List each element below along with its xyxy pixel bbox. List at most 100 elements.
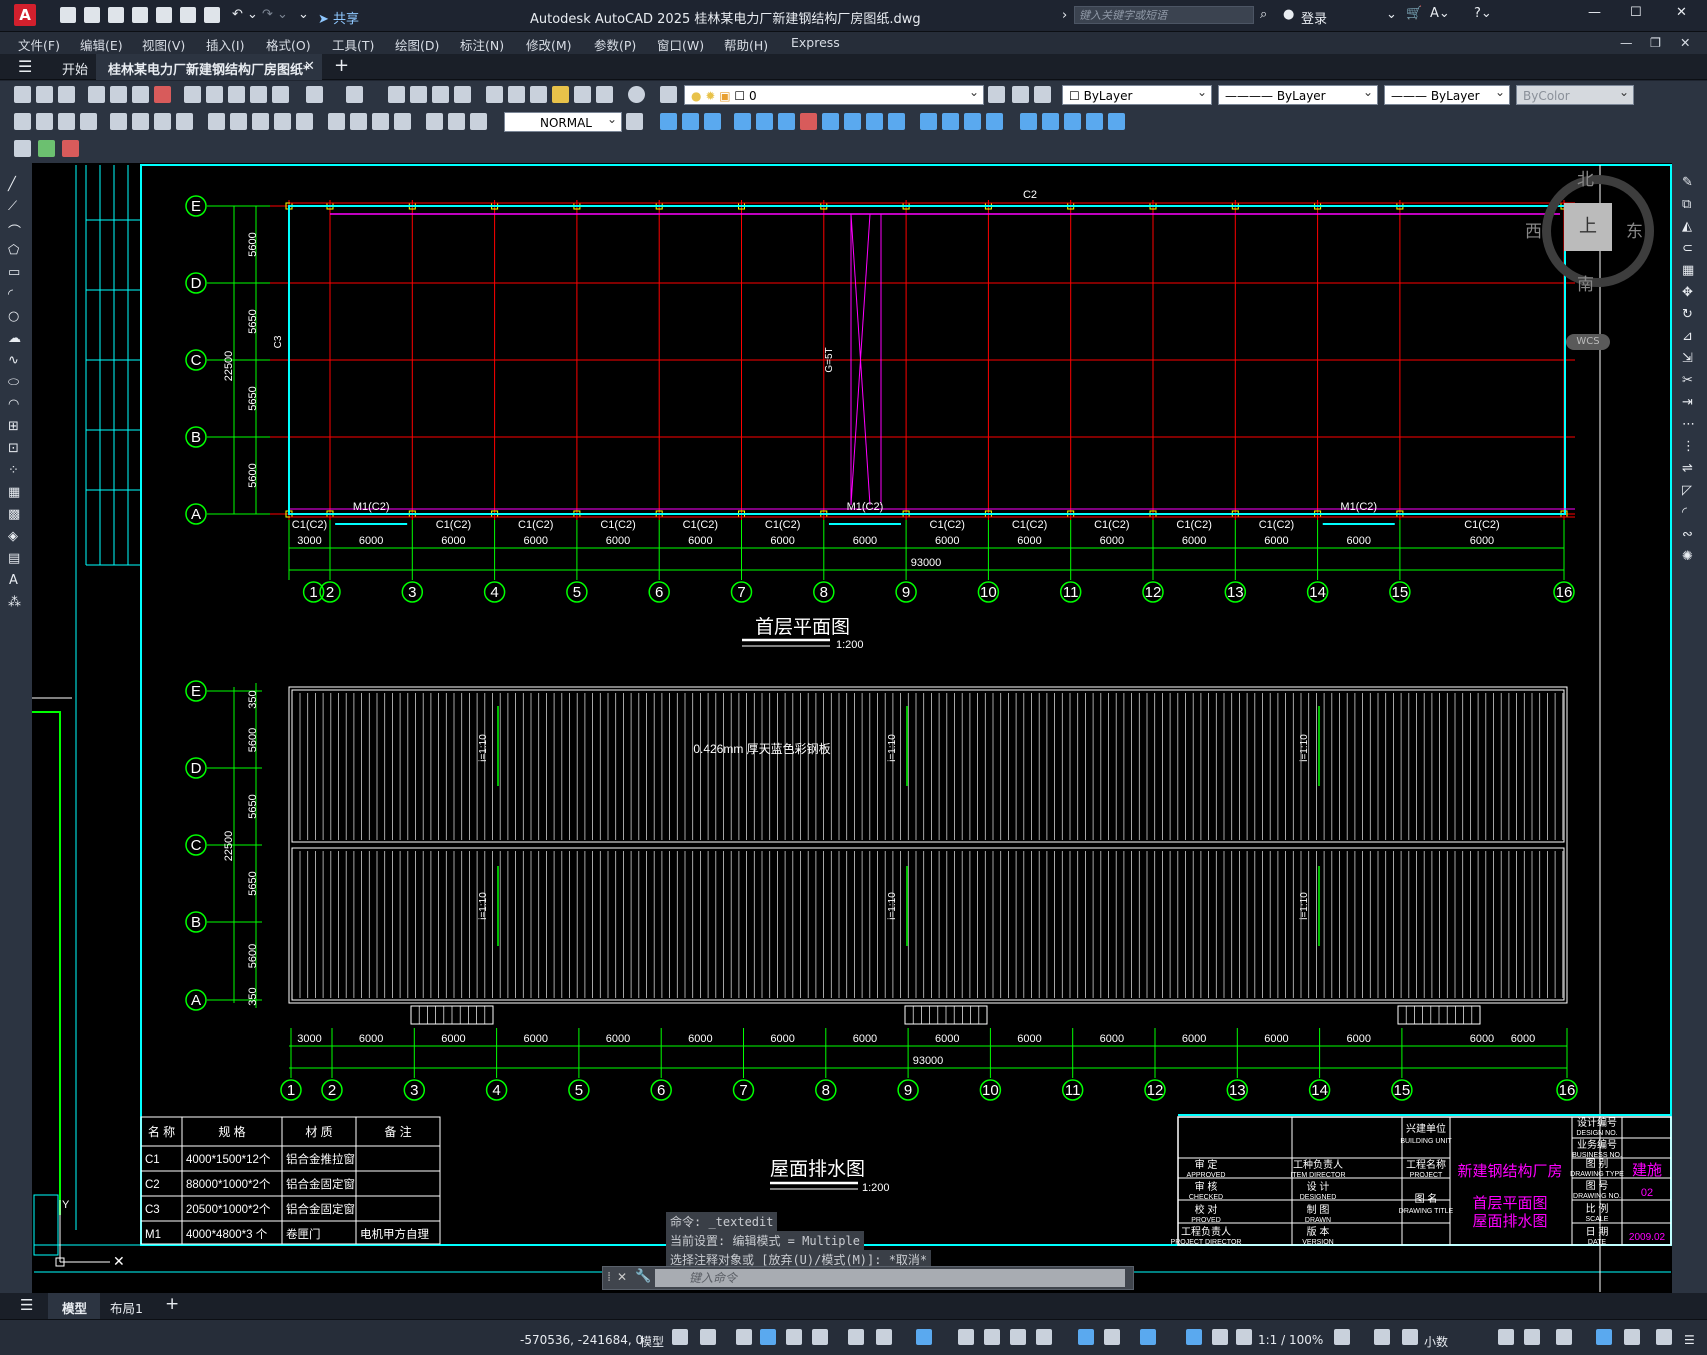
menu-dimension[interactable]: 标注(N): [460, 35, 504, 54]
erase-icon[interactable]: [800, 113, 817, 130]
auto-scale-icon[interactable]: [1212, 1329, 1228, 1345]
blend-icon[interactable]: [1108, 113, 1125, 130]
object-snap-icon[interactable]: [916, 1329, 932, 1345]
layer-state-icon[interactable]: [1034, 86, 1051, 103]
compass-east[interactable]: 东: [1626, 217, 1643, 242]
dim-edit-icon[interactable]: [426, 113, 443, 130]
explode-icon[interactable]: [1086, 113, 1103, 130]
command-close-icon[interactable]: ✕: [617, 1270, 627, 1284]
tab-model[interactable]: 模型: [48, 1293, 100, 1319]
plotstyle-dropdown[interactable]: ByColor: [1516, 82, 1634, 105]
continue-dim-icon[interactable]: [252, 113, 269, 130]
add-layout-icon[interactable]: +: [165, 1294, 179, 1314]
explode-side-icon[interactable]: ✺: [1682, 549, 1693, 564]
tool-palettes-icon[interactable]: [530, 86, 547, 103]
publish-icon[interactable]: [156, 7, 172, 23]
saveas-icon[interactable]: [132, 7, 148, 23]
calculator-icon[interactable]: [596, 86, 613, 103]
table-icon[interactable]: ▤: [8, 551, 20, 566]
dimstyle-manager-icon[interactable]: [626, 113, 643, 130]
zoom-previous-icon[interactable]: [454, 86, 471, 103]
snap-icon[interactable]: [700, 1329, 716, 1345]
search-input[interactable]: 键入关键字或短语: [1074, 6, 1254, 24]
command-input[interactable]: 键入命令: [655, 1269, 1125, 1287]
radius-dim-icon[interactable]: [110, 113, 127, 130]
dimstyle-dropdown[interactable]: NORMAL: [504, 109, 622, 132]
trim-side-icon[interactable]: ✂: [1682, 373, 1693, 388]
dynamic-ucs-icon[interactable]: [1078, 1329, 1094, 1345]
menu-tools[interactable]: 工具(T): [332, 35, 374, 54]
open-file-icon[interactable]: [36, 86, 53, 103]
menu-file[interactable]: 文件(F): [18, 35, 60, 54]
share-button[interactable]: ➤ 共享: [318, 8, 359, 27]
isodraft-icon[interactable]: [848, 1329, 864, 1345]
isolate-objects-icon[interactable]: [1556, 1329, 1572, 1345]
render-icon[interactable]: [62, 140, 79, 157]
clean-screen-icon[interactable]: [1624, 1329, 1640, 1345]
block-editor-icon[interactable]: [272, 86, 289, 103]
point-icon[interactable]: ⁘: [8, 463, 19, 478]
menu-help[interactable]: 帮助(H): [724, 35, 768, 54]
dynamic-input-icon[interactable]: [760, 1329, 776, 1345]
menu-parametric[interactable]: 参数(P): [594, 35, 636, 54]
menu-insert[interactable]: 插入(I): [206, 35, 244, 54]
preview-icon[interactable]: [110, 86, 127, 103]
selection-filter-icon[interactable]: [1104, 1329, 1120, 1345]
tab-start[interactable]: 开始: [62, 59, 88, 78]
command-grip-icon[interactable]: ⁞: [607, 1270, 611, 1285]
extend-side-icon[interactable]: ⇥: [1682, 395, 1693, 410]
transparency-icon[interactable]: [984, 1329, 1000, 1345]
viewcube-top-face[interactable]: 上: [1564, 203, 1612, 251]
maximize-icon[interactable]: ☐: [1630, 5, 1642, 20]
workspace-gear-icon[interactable]: [1334, 1329, 1350, 1345]
draw-order-above-icon[interactable]: [704, 113, 721, 130]
menu-window[interactable]: 窗口(W): [657, 35, 704, 54]
stretch-side-icon[interactable]: ⇲: [1682, 351, 1693, 366]
qnew-icon[interactable]: [14, 86, 31, 103]
quick-dim-icon[interactable]: [208, 113, 225, 130]
sheetset-icon[interactable]: [552, 86, 569, 103]
dim-space-icon[interactable]: [274, 113, 291, 130]
rectangle-icon[interactable]: ▭: [8, 265, 20, 280]
compass-south[interactable]: 南: [1577, 270, 1594, 295]
mtext-icon[interactable]: A: [9, 573, 18, 588]
menu-modify[interactable]: 修改(M): [526, 35, 572, 54]
properties-icon[interactable]: [486, 86, 503, 103]
tab-layout1[interactable]: 布局1: [110, 1298, 143, 1317]
drawing-svg[interactable]: EDCBA560056505650560022500C2C3G=5TC1(C2)…: [32, 163, 1672, 1293]
fullscreen-icon[interactable]: [1656, 1329, 1672, 1345]
model-space-canvas[interactable]: E D C B A 5600 5650 5650 5600 22500 C2 C3 G=5T C1(C2)…: [32, 163, 1672, 1293]
autodesk-app-icon[interactable]: A⌄: [1430, 6, 1450, 21]
units-icon[interactable]: [1402, 1329, 1418, 1345]
annotation-visibility-icon[interactable]: [1186, 1329, 1202, 1345]
jogged-dim-icon[interactable]: [132, 113, 149, 130]
linear-dim-icon[interactable]: [14, 113, 31, 130]
autocad-logo[interactable]: A: [14, 4, 36, 26]
draw-order-back-icon[interactable]: [682, 113, 699, 130]
rotate-side-icon[interactable]: ↻: [1682, 307, 1693, 322]
doc-close-icon[interactable]: ✕: [1680, 35, 1690, 50]
offset-side-icon[interactable]: ⊂: [1682, 241, 1693, 256]
scale-icon[interactable]: [866, 113, 883, 130]
hatch-icon[interactable]: ▦: [8, 485, 20, 500]
layout-viewport-icon[interactable]: [14, 140, 31, 157]
compass-west[interactable]: 西: [1525, 217, 1542, 242]
cut-icon[interactable]: [184, 86, 201, 103]
menu-draw[interactable]: 绘图(D): [395, 35, 439, 54]
scale-side-icon[interactable]: ⊿: [1682, 329, 1693, 344]
layer-properties-icon[interactable]: [660, 86, 677, 103]
angular-dim-icon[interactable]: [176, 113, 193, 130]
menu-format[interactable]: 格式(O): [266, 35, 311, 54]
paste-icon[interactable]: [228, 86, 245, 103]
command-line[interactable]: ⁞ ✕ 🔧 键入命令: [602, 1266, 1134, 1290]
arc-icon[interactable]: ◜: [8, 287, 13, 302]
make-block-icon[interactable]: ⊡: [8, 441, 19, 456]
dim-break-icon[interactable]: [296, 113, 313, 130]
doc-minimize-icon[interactable]: —: [1620, 35, 1633, 50]
matchprop-icon[interactable]: [250, 86, 267, 103]
zoom-window-icon[interactable]: [432, 86, 449, 103]
annotation-scale-icon[interactable]: [1236, 1329, 1252, 1345]
spline-icon[interactable]: ∿: [8, 353, 19, 368]
dim-text-edit-icon[interactable]: [448, 113, 465, 130]
ortho-icon[interactable]: [786, 1329, 802, 1345]
